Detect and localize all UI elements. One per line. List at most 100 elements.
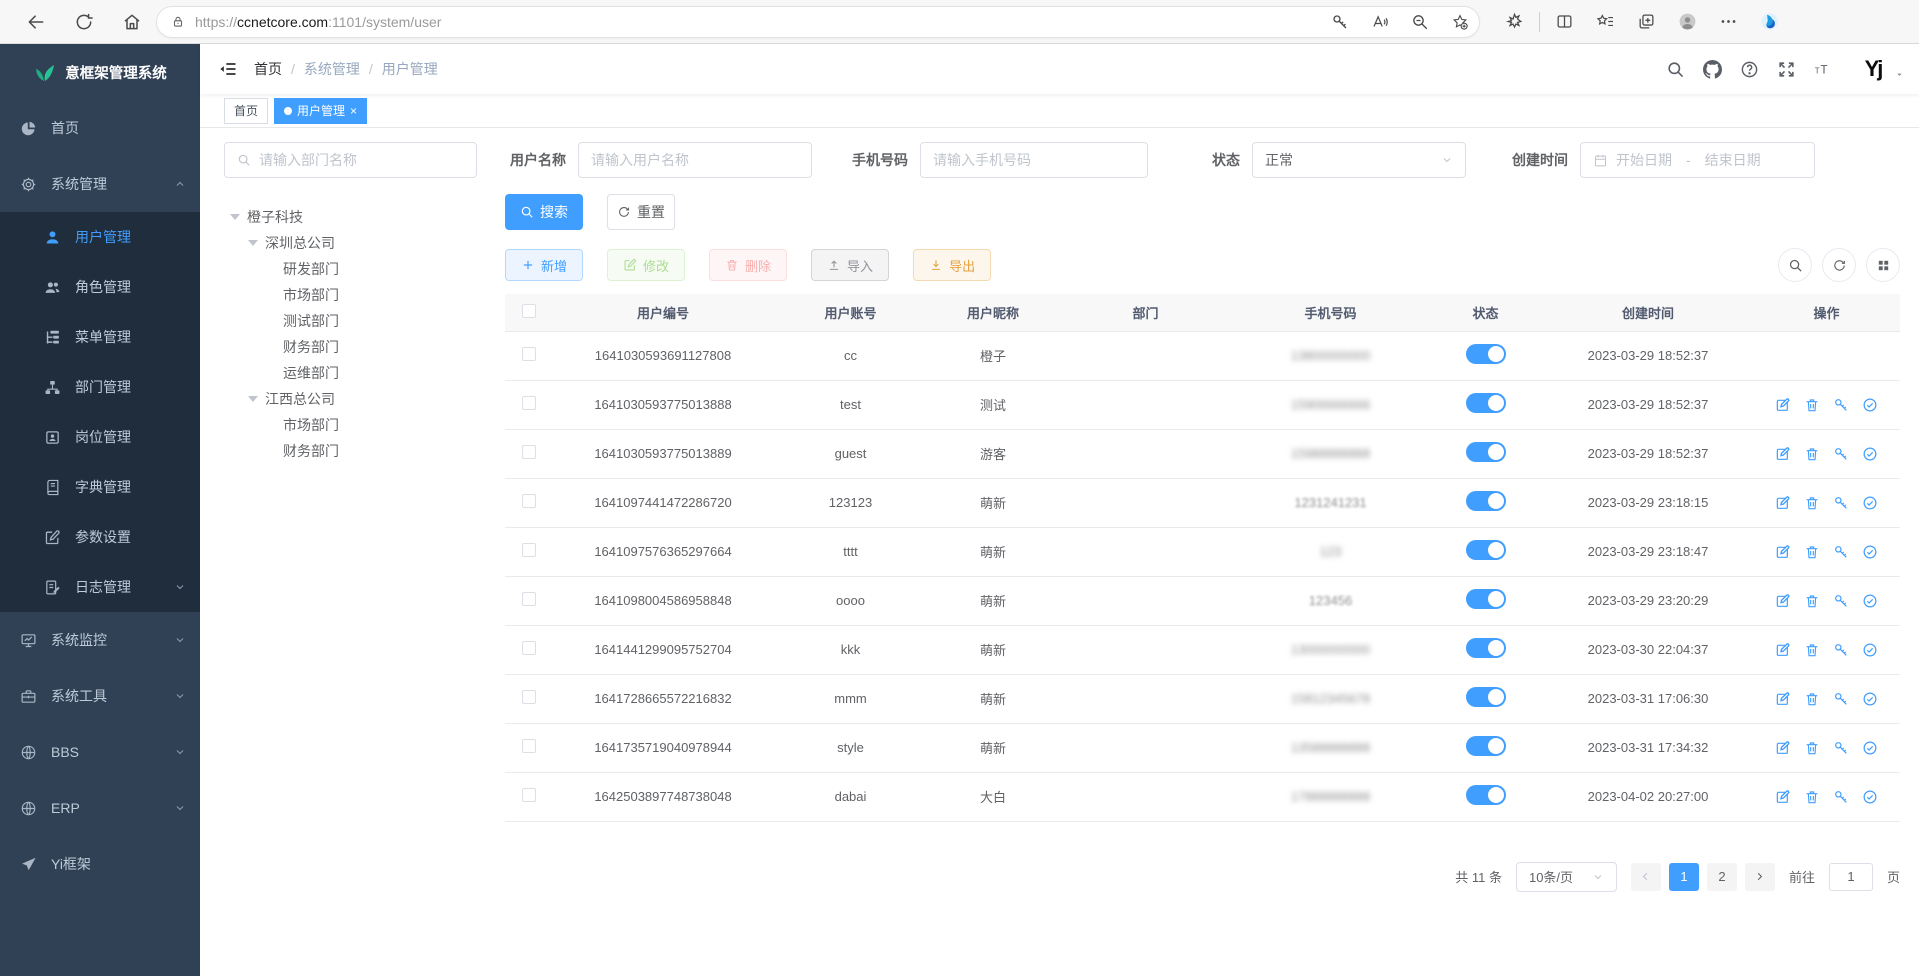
tree-expand-caret[interactable] <box>248 240 258 251</box>
edit-action-icon[interactable] <box>1775 642 1791 658</box>
address-bar[interactable]: https://ccnetcore.com:1101/system/user <box>156 6 1480 38</box>
assign-role-action-icon[interactable] <box>1862 642 1878 658</box>
edit-action-icon[interactable] <box>1775 544 1791 560</box>
favorite-add-icon[interactable] <box>1451 13 1469 31</box>
zoom-out-icon[interactable] <box>1411 13 1429 31</box>
status-toggle[interactable] <box>1466 638 1506 658</box>
delete-action-icon[interactable] <box>1804 446 1820 462</box>
view-search-button[interactable] <box>1778 248 1812 282</box>
reset-password-action-icon[interactable] <box>1833 446 1849 462</box>
more-icon[interactable] <box>1719 12 1738 31</box>
assign-role-action-icon[interactable] <box>1862 397 1878 413</box>
tree-node-财务部门[interactable]: 财务部门 <box>224 438 477 464</box>
row-checkbox[interactable] <box>522 347 536 361</box>
status-select[interactable]: 正常 <box>1252 142 1466 178</box>
delete-action-icon[interactable] <box>1804 642 1820 658</box>
favorites-bar-icon[interactable] <box>1596 12 1615 31</box>
tree-node-财务部门[interactable]: 财务部门 <box>224 334 477 360</box>
row-checkbox[interactable] <box>522 592 536 606</box>
tree-node-江西总公司[interactable]: 江西总公司 <box>224 386 477 412</box>
assign-role-action-icon[interactable] <box>1862 446 1878 462</box>
dept-search-input[interactable]: 请输入部门名称 <box>224 142 477 178</box>
status-toggle[interactable] <box>1466 687 1506 707</box>
breadcrumb-item[interactable]: 首页 <box>254 59 282 79</box>
browser-back-icon[interactable] <box>26 12 46 32</box>
view-refresh-button[interactable] <box>1822 248 1856 282</box>
page-button-1[interactable]: 1 <box>1669 863 1699 891</box>
reset-password-action-icon[interactable] <box>1833 544 1849 560</box>
sidebar-item-日志管理[interactable]: 日志管理 <box>0 562 200 612</box>
sidebar-item-系统工具[interactable]: 系统工具 <box>0 668 200 724</box>
row-checkbox[interactable] <box>522 396 536 410</box>
page-button-2[interactable]: 2 <box>1707 863 1737 891</box>
assign-role-action-icon[interactable] <box>1862 593 1878 609</box>
status-toggle[interactable] <box>1466 736 1506 756</box>
reset-password-action-icon[interactable] <box>1833 691 1849 707</box>
sidebar-item-参数设置[interactable]: 参数设置 <box>0 512 200 562</box>
fullscreen-icon[interactable] <box>1777 60 1796 79</box>
status-toggle[interactable] <box>1466 344 1506 364</box>
close-icon[interactable]: × <box>350 105 357 117</box>
row-checkbox[interactable] <box>522 788 536 802</box>
tree-node-市场部门[interactable]: 市场部门 <box>224 412 477 438</box>
split-screen-icon[interactable] <box>1555 12 1574 31</box>
reset-password-action-icon[interactable] <box>1833 789 1849 805</box>
next-page-button[interactable] <box>1745 863 1775 891</box>
delete-action-icon[interactable] <box>1804 544 1820 560</box>
tree-node-市场部门[interactable]: 市场部门 <box>224 282 477 308</box>
delete-action-icon[interactable] <box>1804 740 1820 756</box>
question-icon[interactable] <box>1740 60 1759 79</box>
prev-page-button[interactable] <box>1631 863 1661 891</box>
assign-role-action-icon[interactable] <box>1862 740 1878 756</box>
read-aloud-icon[interactable] <box>1371 13 1389 31</box>
tree-node-研发部门[interactable]: 研发部门 <box>224 256 477 282</box>
tree-node-运维部门[interactable]: 运维部门 <box>224 360 477 386</box>
copilot-icon[interactable] <box>1760 12 1779 31</box>
delete-action-icon[interactable] <box>1804 495 1820 511</box>
status-toggle[interactable] <box>1466 540 1506 560</box>
toolbar-导入-button[interactable]: 导入 <box>811 249 889 281</box>
row-checkbox[interactable] <box>522 445 536 459</box>
delete-action-icon[interactable] <box>1804 593 1820 609</box>
status-toggle[interactable] <box>1466 442 1506 462</box>
row-checkbox[interactable] <box>522 641 536 655</box>
reset-button[interactable]: 重置 <box>607 194 675 230</box>
edit-action-icon[interactable] <box>1775 593 1791 609</box>
edit-action-icon[interactable] <box>1775 740 1791 756</box>
edit-action-icon[interactable] <box>1775 691 1791 707</box>
url-text[interactable]: https://ccnetcore.com:1101/system/user <box>195 14 1309 30</box>
tab-首页[interactable]: 首页 <box>224 98 268 124</box>
search-icon[interactable] <box>1666 60 1685 79</box>
font-size-icon[interactable]: TT <box>1814 60 1833 79</box>
row-checkbox[interactable] <box>522 543 536 557</box>
edit-action-icon[interactable] <box>1775 789 1791 805</box>
assign-role-action-icon[interactable] <box>1862 544 1878 560</box>
browser-reload-icon[interactable] <box>74 12 94 32</box>
browser-home-icon[interactable] <box>122 12 142 32</box>
toolbar-导出-button[interactable]: 导出 <box>913 249 991 281</box>
essentials-icon[interactable] <box>1505 12 1524 31</box>
sidebar-item-系统管理[interactable]: 系统管理 <box>0 156 200 212</box>
sidebar-item-Yi框架[interactable]: Yi框架 <box>0 836 200 892</box>
reset-password-action-icon[interactable] <box>1833 397 1849 413</box>
sidebar-item-首页[interactable]: 首页 <box>0 100 200 156</box>
search-button[interactable]: 搜索 <box>505 194 583 230</box>
assign-role-action-icon[interactable] <box>1862 691 1878 707</box>
sidebar-item-字典管理[interactable]: 字典管理 <box>0 462 200 512</box>
row-checkbox[interactable] <box>522 739 536 753</box>
sidebar-item-系统监控[interactable]: 系统监控 <box>0 612 200 668</box>
assign-role-action-icon[interactable] <box>1862 495 1878 511</box>
delete-action-icon[interactable] <box>1804 789 1820 805</box>
sidebar-item-部门管理[interactable]: 部门管理 <box>0 362 200 412</box>
tree-node-橙子科技[interactable]: 橙子科技 <box>224 204 477 230</box>
delete-action-icon[interactable] <box>1804 691 1820 707</box>
user-name-input[interactable]: 请输入用户名称 <box>578 142 812 178</box>
phone-input[interactable]: 请输入手机号码 <box>920 142 1148 178</box>
edit-action-icon[interactable] <box>1775 446 1791 462</box>
select-all-checkbox[interactable] <box>522 304 536 318</box>
chevron-down-icon[interactable] <box>1894 69 1905 80</box>
tree-expand-caret[interactable] <box>230 214 240 225</box>
sidebar-item-岗位管理[interactable]: 岗位管理 <box>0 412 200 462</box>
user-avatar[interactable]: Yj <box>1856 52 1890 86</box>
status-toggle[interactable] <box>1466 589 1506 609</box>
